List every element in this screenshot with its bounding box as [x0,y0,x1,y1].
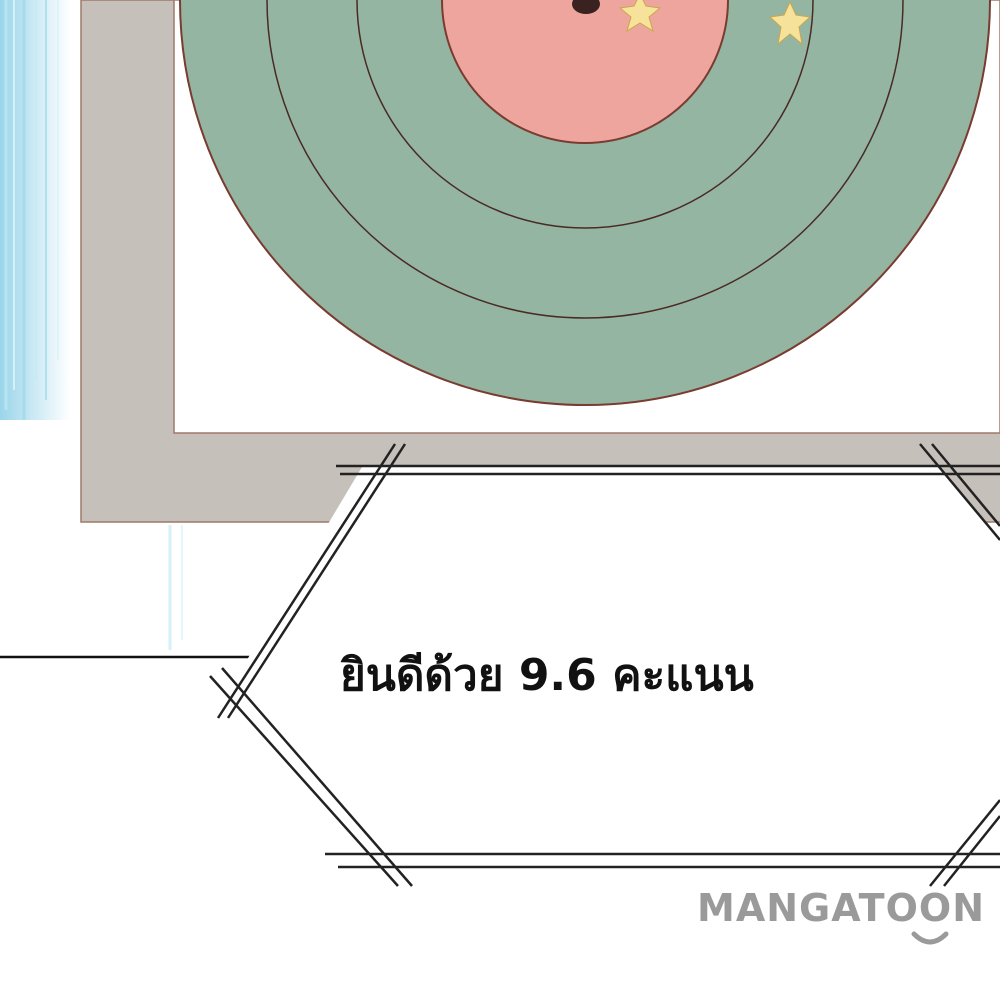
watermark-logo: MANGATOON [697,886,986,930]
speech-bubble-text: ยินดีด้วย 9.6 คะแนน [340,650,754,701]
smile-icon [911,931,949,945]
manga-panel-scene [0,0,1000,887]
